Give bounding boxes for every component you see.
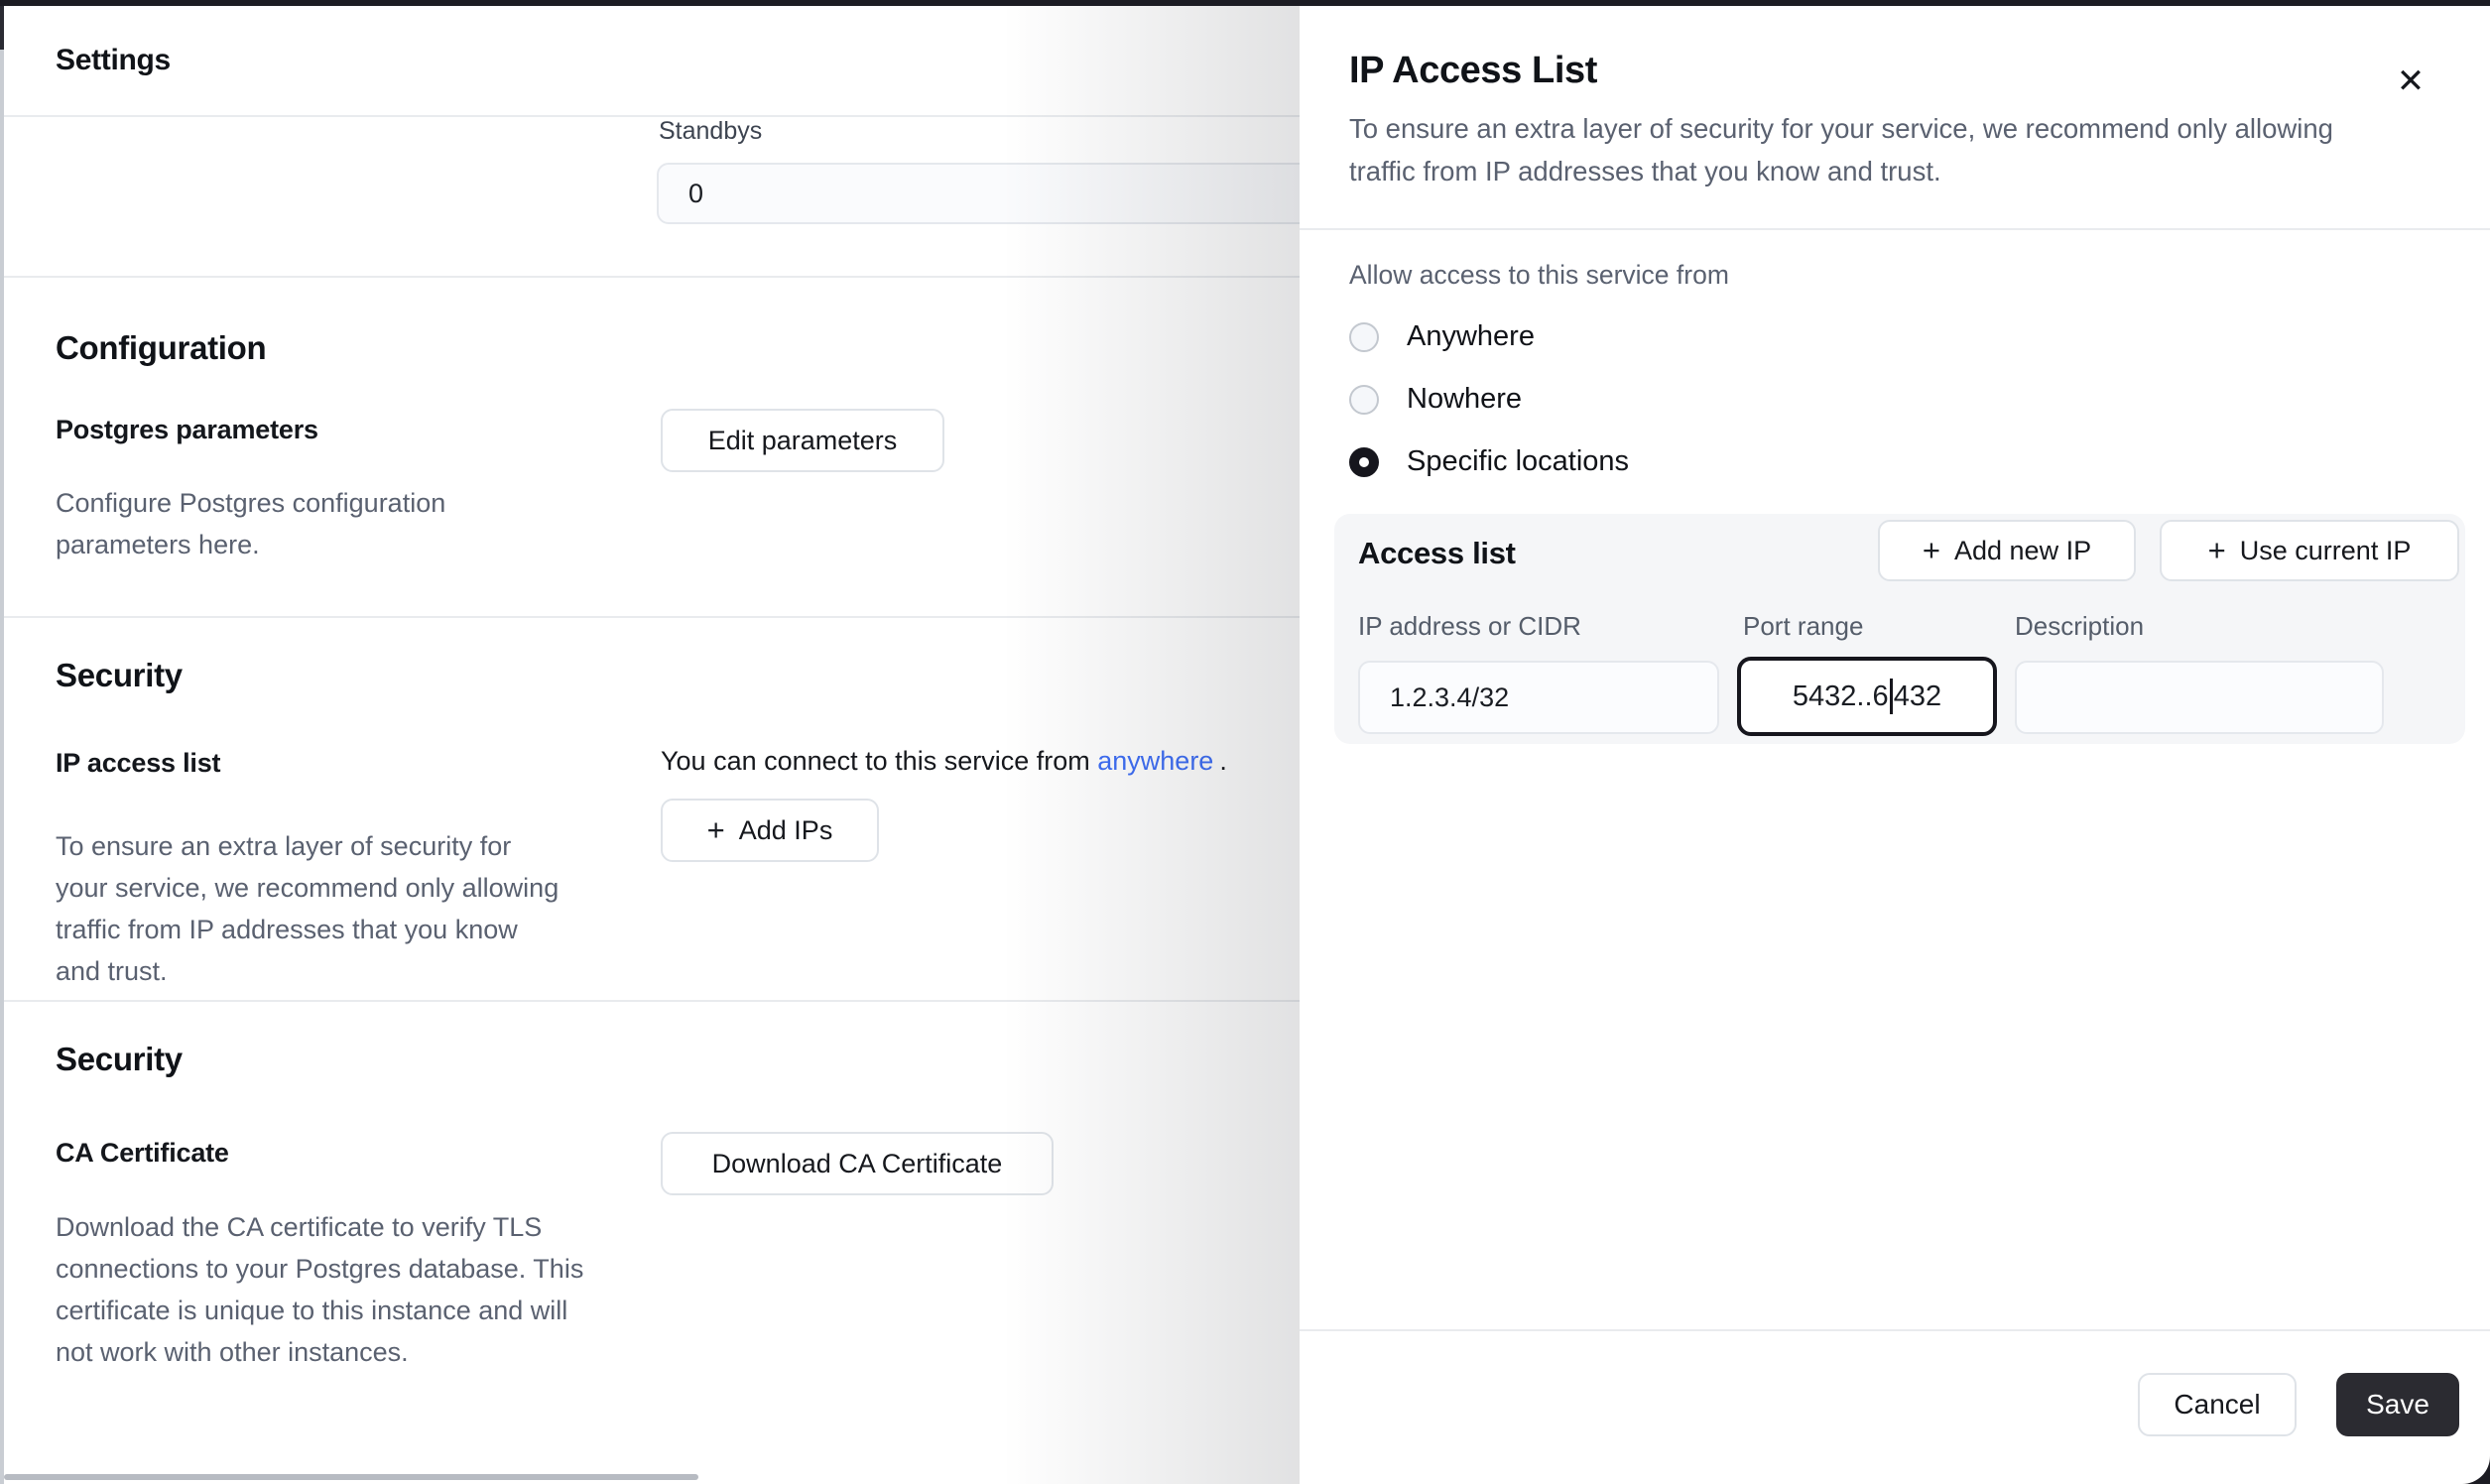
use-current-ip-label: Use current IP: [2240, 536, 2412, 566]
radio-selected-icon: [1349, 447, 1379, 477]
ca-certificate-label: CA Certificate: [56, 1138, 229, 1169]
plus-icon: +: [1923, 533, 1940, 568]
save-button[interactable]: Save: [2336, 1373, 2459, 1436]
window-left-edge-top: [0, 6, 4, 50]
radio-specific-locations-label: Specific locations: [1407, 445, 1629, 478]
settings-page: Settings Standbys Configuration Postgres…: [4, 6, 1300, 1474]
connect-status-text: You can connect to this service from any…: [661, 746, 1227, 777]
port-range-input[interactable]: 5432..6432: [1737, 657, 1997, 736]
cancel-button[interactable]: Cancel: [2138, 1373, 2297, 1436]
anywhere-link[interactable]: anywhere: [1097, 746, 1213, 776]
ip-access-list-description: To ensure an extra layer of security for…: [56, 825, 560, 992]
access-list-heading: Access list: [1358, 536, 1516, 571]
app-root: Settings Standbys Configuration Postgres…: [0, 0, 2490, 1484]
ip-access-list-drawer: IP Access List ✕ To ensure an extra laye…: [1300, 6, 2490, 1484]
edit-parameters-button[interactable]: Edit parameters: [661, 409, 944, 472]
save-label: Save: [2366, 1389, 2429, 1421]
ip-cidr-input[interactable]: [1358, 661, 1719, 734]
column-header-description: Description: [2015, 611, 2144, 642]
divider: [4, 616, 1319, 618]
download-ca-certificate-button[interactable]: Download CA Certificate: [661, 1132, 1054, 1195]
drawer-title: IP Access List: [1349, 50, 1597, 92]
plus-icon: +: [707, 812, 725, 848]
divider: [4, 1000, 1319, 1002]
text-caret: [1890, 679, 1893, 714]
port-range-value-after-caret: 432: [1894, 680, 1941, 713]
add-ips-button[interactable]: + Add IPs: [661, 799, 879, 862]
postgres-parameters-label: Postgres parameters: [56, 415, 318, 445]
download-ca-certificate-label: Download CA Certificate: [712, 1149, 1003, 1179]
allow-access-label: Allow access to this service from: [1349, 260, 1729, 291]
cancel-label: Cancel: [2174, 1389, 2260, 1421]
radio-circle-icon: [1349, 322, 1379, 352]
divider: [4, 276, 1319, 278]
edit-parameters-label: Edit parameters: [708, 426, 898, 456]
column-header-port: Port range: [1743, 611, 1863, 642]
add-ips-label: Add IPs: [739, 815, 833, 846]
connect-status-suffix: .: [1219, 746, 1227, 776]
ip-access-list-label: IP access list: [56, 748, 220, 779]
horizontal-scrollbar[interactable]: [4, 1474, 698, 1480]
security-heading-2: Security: [56, 1041, 183, 1078]
radio-circle-icon: [1349, 385, 1379, 415]
ca-certificate-description: Download the CA certificate to verify TL…: [56, 1206, 611, 1373]
drawer-description: To ensure an extra layer of security for…: [1349, 107, 2381, 192]
add-new-ip-label: Add new IP: [1954, 536, 2091, 566]
access-list-section: Access list + Add new IP + Use current I…: [1334, 514, 2465, 744]
radio-anywhere[interactable]: Anywhere: [1349, 320, 1535, 353]
security-heading: Security: [56, 657, 183, 694]
page-title: Settings: [56, 44, 171, 77]
close-icon[interactable]: ✕: [2385, 56, 2436, 107]
column-header-ip: IP address or CIDR: [1358, 611, 1581, 642]
radio-anywhere-label: Anywhere: [1407, 320, 1535, 353]
divider: [1300, 228, 2490, 230]
postgres-parameters-description: Configure Postgres configuration paramet…: [56, 482, 522, 565]
standbys-input[interactable]: [657, 163, 1353, 224]
standbys-label: Standbys: [659, 117, 762, 146]
connect-status-prefix: You can connect to this service from: [661, 746, 1090, 776]
configuration-heading: Configuration: [56, 329, 266, 367]
use-current-ip-button[interactable]: + Use current IP: [2160, 520, 2459, 581]
radio-nowhere-label: Nowhere: [1407, 383, 1522, 416]
divider: [1300, 1329, 2490, 1331]
add-new-ip-button[interactable]: + Add new IP: [1878, 520, 2136, 581]
plus-icon: +: [2208, 533, 2226, 568]
port-range-value-before-caret: 5432..6: [1793, 680, 1889, 713]
description-input[interactable]: [2015, 661, 2384, 734]
radio-specific-locations[interactable]: Specific locations: [1349, 445, 1629, 478]
window-left-edge: [0, 6, 4, 1484]
radio-nowhere[interactable]: Nowhere: [1349, 383, 1522, 416]
